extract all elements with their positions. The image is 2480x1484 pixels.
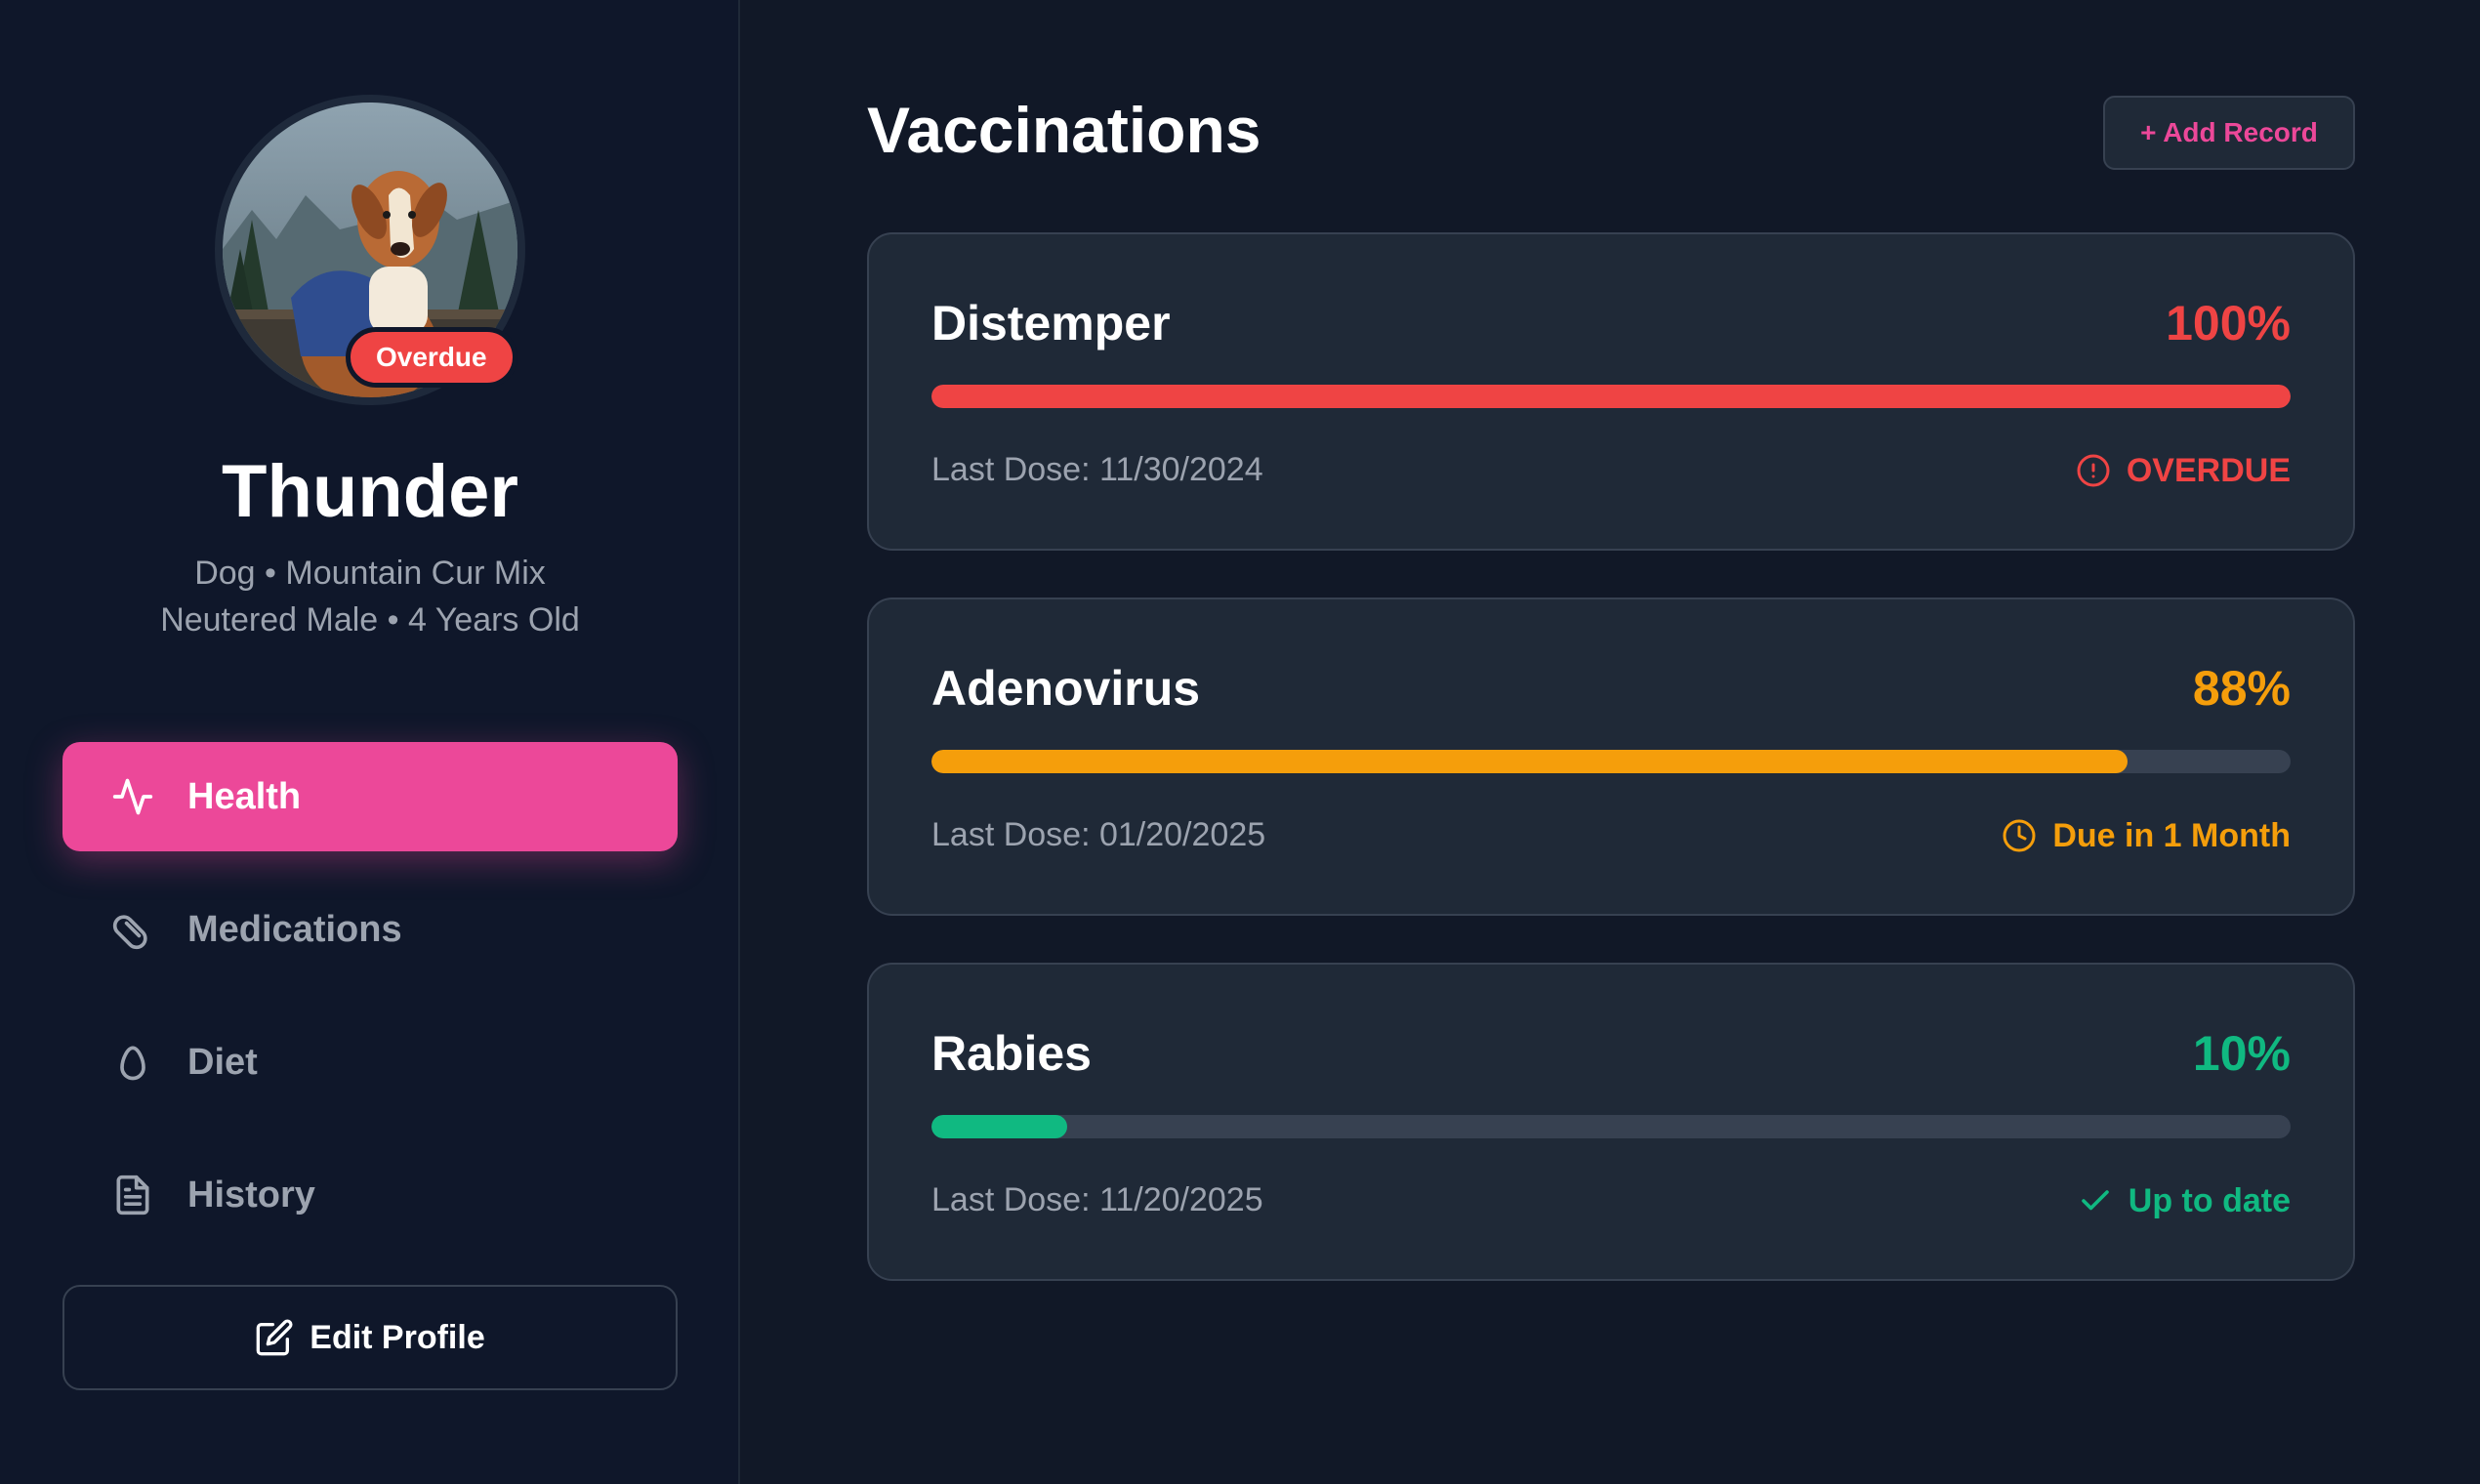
vaccine-card-adenovirus: Adenovirus 88% Last Dose: 01/20/2025 Due… <box>867 598 2355 916</box>
vaccine-progress-fill <box>931 1115 1068 1138</box>
nav-item-health[interactable]: Health <box>62 742 678 851</box>
pet-name: Thunder <box>222 450 518 533</box>
nav-item-medications[interactable]: Medications <box>62 875 678 984</box>
vaccine-status-label: Up to date <box>2128 1181 2291 1219</box>
vaccine-card-distemper: Distemper 100% Last Dose: 11/30/2024 OVE… <box>867 232 2355 551</box>
vaccine-name: Distemper <box>931 296 1171 350</box>
pet-species-breed: Dog • Mountain Cur Mix <box>194 555 546 592</box>
add-record-button[interactable]: + Add Record <box>2103 96 2355 170</box>
vaccine-percent: 100% <box>2166 296 2291 350</box>
nav-item-history[interactable]: History <box>62 1140 678 1250</box>
vaccine-progress-fill <box>931 385 2291 408</box>
page-title: Vaccinations <box>867 94 1261 166</box>
edit-profile-button[interactable]: Edit Profile <box>62 1285 678 1390</box>
pill-icon <box>109 906 156 953</box>
vaccine-progress-track <box>931 750 2291 773</box>
vaccine-name: Rabies <box>931 1026 1092 1081</box>
nav-item-diet[interactable]: Diet <box>62 1008 678 1117</box>
vaccine-progress-track <box>931 385 2291 408</box>
vaccine-percent: 88% <box>2192 661 2291 716</box>
file-text-icon <box>109 1172 156 1218</box>
vaccine-status-label: OVERDUE <box>2126 451 2291 489</box>
vaccine-last-dose: Last Dose: 11/30/2024 <box>931 451 1263 488</box>
egg-icon <box>109 1039 156 1086</box>
vaccine-progress-track <box>931 1115 2291 1138</box>
overdue-badge: Overdue <box>346 327 517 388</box>
sidebar: Overdue Thunder Dog • Mountain Cur Mix N… <box>0 0 740 1484</box>
clock-icon <box>2000 816 2039 855</box>
pet-sex-age: Neutered Male • 4 Years Old <box>160 601 580 639</box>
nav-item-label: Diet <box>187 1041 258 1083</box>
activity-icon <box>109 773 156 820</box>
pet-avatar-container: Overdue <box>215 95 525 405</box>
edit-icon <box>255 1318 294 1357</box>
nav-item-label: Medications <box>187 908 402 950</box>
nav-item-label: Health <box>187 775 302 817</box>
alert-circle-icon <box>2074 451 2113 490</box>
vaccine-status: Up to date <box>2076 1181 2291 1220</box>
vaccine-percent: 10% <box>2192 1026 2291 1081</box>
vaccine-name: Adenovirus <box>931 661 1201 716</box>
vaccine-status: Due in 1 Month <box>2000 816 2291 855</box>
edit-profile-label: Edit Profile <box>310 1318 485 1356</box>
vaccine-progress-fill <box>931 750 2128 773</box>
vaccine-last-dose: Last Dose: 01/20/2025 <box>931 816 1266 853</box>
vaccine-last-dose: Last Dose: 11/20/2025 <box>931 1181 1263 1218</box>
vaccine-status: OVERDUE <box>2074 451 2291 490</box>
check-icon <box>2076 1181 2115 1220</box>
vaccine-card-rabies: Rabies 10% Last Dose: 11/20/2025 Up to d… <box>867 963 2355 1281</box>
nav-item-label: History <box>187 1174 315 1216</box>
vaccine-status-label: Due in 1 Month <box>2052 816 2291 854</box>
